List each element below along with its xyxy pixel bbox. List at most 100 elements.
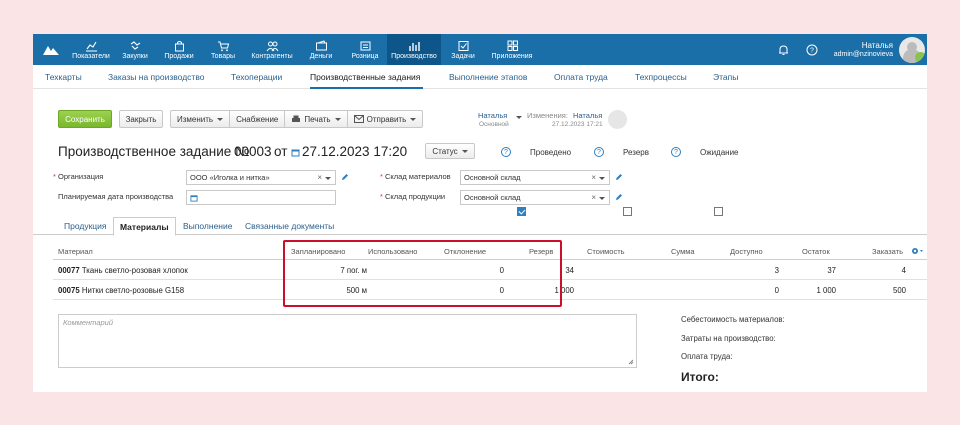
tab-related-documents[interactable]: Связанные документы — [245, 221, 334, 231]
column-sum[interactable]: Сумма — [671, 247, 695, 256]
materials-warehouse-select[interactable]: Основной склад × — [460, 170, 610, 185]
document-date[interactable]: 27.12.2023 17:20 — [302, 144, 407, 159]
reserve-checkbox[interactable] — [623, 207, 633, 217]
printer-icon — [292, 115, 301, 122]
changes-author[interactable]: Наталья — [573, 111, 602, 120]
owner-name[interactable]: Наталья — [478, 111, 507, 120]
subnav-techoperations[interactable]: Техоперации — [231, 72, 282, 82]
subnav-stages-execution[interactable]: Выполнение этапов — [449, 72, 527, 82]
envelope-icon — [353, 115, 364, 123]
labor-cost-label: Оплата труда: — [681, 352, 733, 361]
clear-icon[interactable]: × — [591, 173, 596, 182]
products-warehouse-select[interactable]: Основной склад × — [460, 190, 610, 205]
nav-tasks[interactable]: Задачи — [441, 34, 485, 65]
apps-icon — [507, 40, 518, 51]
close-button[interactable]: Закрыть — [119, 110, 163, 128]
tab-materials[interactable]: Материалы — [113, 217, 176, 236]
edit-icon[interactable] — [341, 173, 349, 181]
clear-icon[interactable]: × — [317, 173, 322, 182]
edit-dropdown[interactable]: Изменить — [171, 111, 231, 127]
clear-icon[interactable]: × — [591, 193, 596, 202]
waiting-checkbox[interactable] — [713, 207, 723, 217]
materials-warehouse-label: * Склад материалов — [380, 172, 451, 181]
waiting-label: Ожидание — [700, 148, 739, 157]
help-icon[interactable]: ? — [671, 147, 681, 157]
chevron-down-icon — [599, 177, 605, 180]
contacts-icon — [266, 41, 278, 51]
document-number[interactable]: 00003 — [234, 144, 272, 159]
print-dropdown[interactable]: Печать — [285, 111, 348, 127]
material-cell: 00075 Нитки светло-розовые G158 — [58, 286, 185, 295]
tab-execution[interactable]: Выполнение — [183, 221, 232, 231]
subnav-production-orders[interactable]: Заказы на производство — [108, 72, 204, 82]
nav-production[interactable]: Производство — [387, 34, 441, 65]
nav-indicators[interactable]: Показатели — [69, 34, 113, 65]
help-icon[interactable]: ? — [594, 147, 604, 157]
bag-icon — [174, 40, 184, 51]
order-cell: 500 — [892, 286, 906, 295]
order-cell: 4 — [901, 266, 906, 275]
available-cell: 0 — [774, 286, 779, 295]
user-name: Наталья — [861, 40, 893, 50]
column-material[interactable]: Материал — [58, 247, 93, 256]
tab-products[interactable]: Продукция — [64, 221, 107, 231]
plan-date-field[interactable] — [186, 190, 336, 205]
save-button[interactable]: Сохранить — [58, 110, 112, 128]
status-dropdown[interactable]: Статус — [425, 143, 475, 159]
register-icon — [360, 41, 370, 50]
comment-textarea[interactable]: Комментарий — [58, 314, 637, 368]
gear-icon[interactable] — [911, 247, 924, 255]
subnav-techcards[interactable]: Техкарты — [45, 72, 82, 82]
chart-icon — [85, 41, 97, 52]
chevron-down-icon — [599, 197, 605, 200]
user-area: ? Наталья admin@nzinovieva — [774, 34, 927, 65]
supply-button[interactable]: Снабжение — [230, 111, 286, 127]
bell-icon[interactable] — [774, 34, 794, 65]
calendar-icon[interactable] — [190, 194, 198, 202]
resize-handle-icon[interactable] — [628, 359, 634, 365]
column-stock[interactable]: Остаток — [802, 247, 830, 256]
subnav-techprocesses[interactable]: Техпроцессы — [635, 72, 687, 82]
calendar-icon[interactable] — [291, 148, 300, 157]
chevron-down-icon — [217, 117, 224, 121]
nav-contractors[interactable]: Контрагенты — [245, 34, 299, 65]
document-tabs: Продукция Материалы Выполнение Связанные… — [33, 217, 927, 236]
logo-icon[interactable] — [33, 34, 69, 65]
materials-cost-label: Себестоимость материалов: — [681, 315, 785, 324]
plan-date-label: Планируемая дата производства — [58, 192, 174, 201]
date-from-label: от — [274, 144, 288, 159]
chevron-down-icon — [410, 117, 417, 121]
column-cost[interactable]: Стоимость — [587, 247, 625, 256]
subnav-labor-payment[interactable]: Оплата труда — [554, 72, 608, 82]
tasks-icon — [458, 40, 468, 51]
help-icon[interactable]: ? — [501, 147, 511, 157]
nav-money[interactable]: Деньги — [299, 34, 343, 65]
organization-select[interactable]: ООО «Иголка и нитка» × — [186, 170, 336, 185]
nav-purchases[interactable]: Закупки — [113, 34, 157, 65]
stock-cell: 37 — [827, 266, 836, 275]
subnav-stages[interactable]: Этапы — [713, 72, 738, 82]
subnav-production-tasks[interactable]: Производственные задания — [310, 72, 420, 82]
send-dropdown[interactable]: Отправить — [348, 111, 423, 127]
stock-cell: 1 000 — [816, 286, 836, 295]
user-info[interactable]: Наталья admin@nzinovieva — [834, 41, 893, 59]
chevron-down-icon — [334, 117, 341, 121]
help-icon[interactable]: ? — [802, 34, 822, 65]
money-icon — [315, 39, 327, 50]
owner-role: Основной — [479, 121, 509, 128]
chevron-down-icon[interactable] — [516, 116, 522, 119]
nav-apps[interactable]: Приложения — [485, 34, 539, 65]
nav-goods[interactable]: Товары — [201, 34, 245, 65]
app-window: Показатели Закупки Продажи Товары Контра… — [33, 34, 927, 392]
edit-icon[interactable] — [615, 193, 623, 201]
conducted-checkbox[interactable] — [517, 207, 526, 217]
chevron-down-icon — [325, 177, 331, 180]
nav-sales[interactable]: Продажи — [157, 34, 201, 65]
avatar[interactable] — [899, 36, 925, 63]
column-available[interactable]: Доступно — [730, 247, 763, 256]
edit-icon[interactable] — [615, 173, 623, 181]
available-cell: 3 — [774, 266, 779, 275]
column-order[interactable]: Заказать — [872, 247, 903, 256]
organization-label: * Организация — [53, 172, 104, 181]
nav-retail[interactable]: Розница — [343, 34, 387, 65]
